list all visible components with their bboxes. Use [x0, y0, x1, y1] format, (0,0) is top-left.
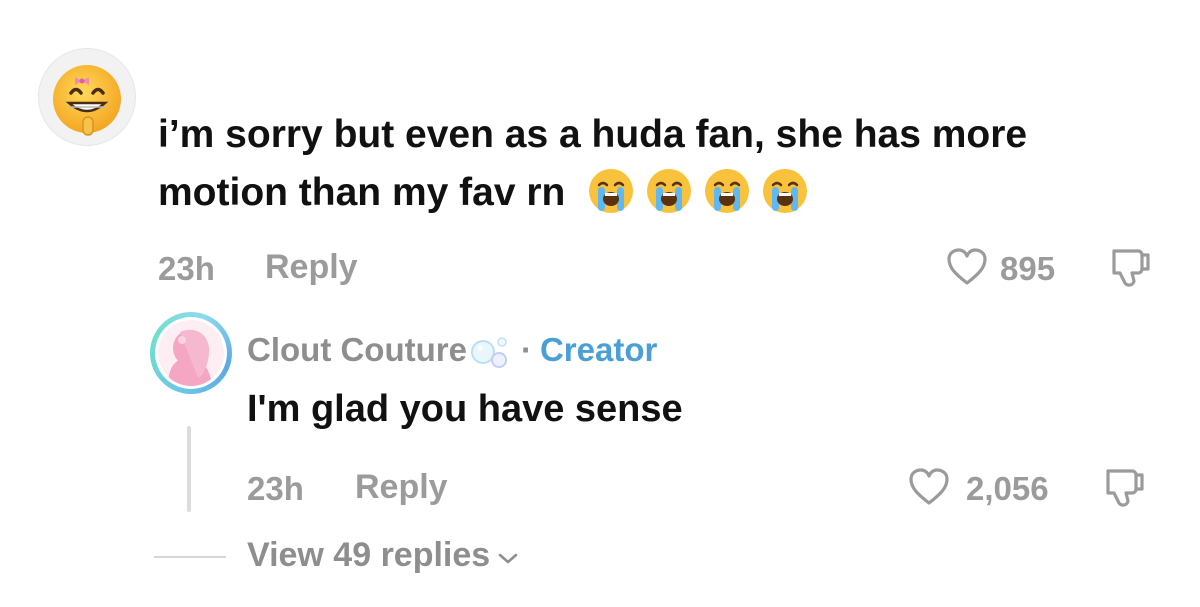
creator-avatar[interactable] — [150, 312, 232, 394]
comment-text: i’m sorry but even as a huda fan, she ha… — [158, 106, 1158, 222]
silhouette-icon — [168, 329, 212, 386]
comment-reply-button[interactable]: Reply — [265, 248, 358, 287]
comment-timestamp: 23h — [158, 250, 215, 287]
reply-like-count: 2,056 — [966, 470, 1049, 507]
reply-text: I'm glad you have sense — [247, 388, 683, 430]
emoji-group — [586, 166, 810, 216]
loudly-crying-face-icon — [647, 168, 692, 213]
heart-icon[interactable] — [946, 247, 988, 287]
creator-badge: Creator — [539, 331, 658, 368]
loudly-crying-face-icon — [763, 168, 808, 213]
creator-username[interactable]: Clout Couture — [247, 331, 467, 369]
loudly-crying-face-icon — [705, 168, 750, 213]
reply-reply-button[interactable]: Reply — [355, 468, 448, 507]
dislike-icon[interactable] — [1108, 245, 1152, 291]
bubbles-icon — [470, 337, 507, 368]
reply-header: Clout Couture · Creator — [247, 330, 657, 370]
view-replies-divider — [154, 556, 226, 558]
thread-line — [187, 426, 191, 512]
commenter-avatar[interactable] — [38, 48, 136, 146]
heart-icon[interactable] — [908, 467, 950, 507]
dislike-icon[interactable] — [1102, 465, 1146, 511]
view-replies-button[interactable]: View 49 replies — [247, 536, 520, 575]
grinning-emoji-with-bow-icon — [53, 65, 121, 136]
reply-timestamp: 23h — [247, 470, 304, 507]
comment-like-count: 895 — [1000, 250, 1056, 287]
chevron-down-icon — [498, 553, 518, 563]
separator-dot: · — [520, 331, 532, 368]
view-replies-label[interactable]: View 49 replies — [247, 536, 490, 575]
loudly-crying-face-icon — [589, 168, 634, 213]
